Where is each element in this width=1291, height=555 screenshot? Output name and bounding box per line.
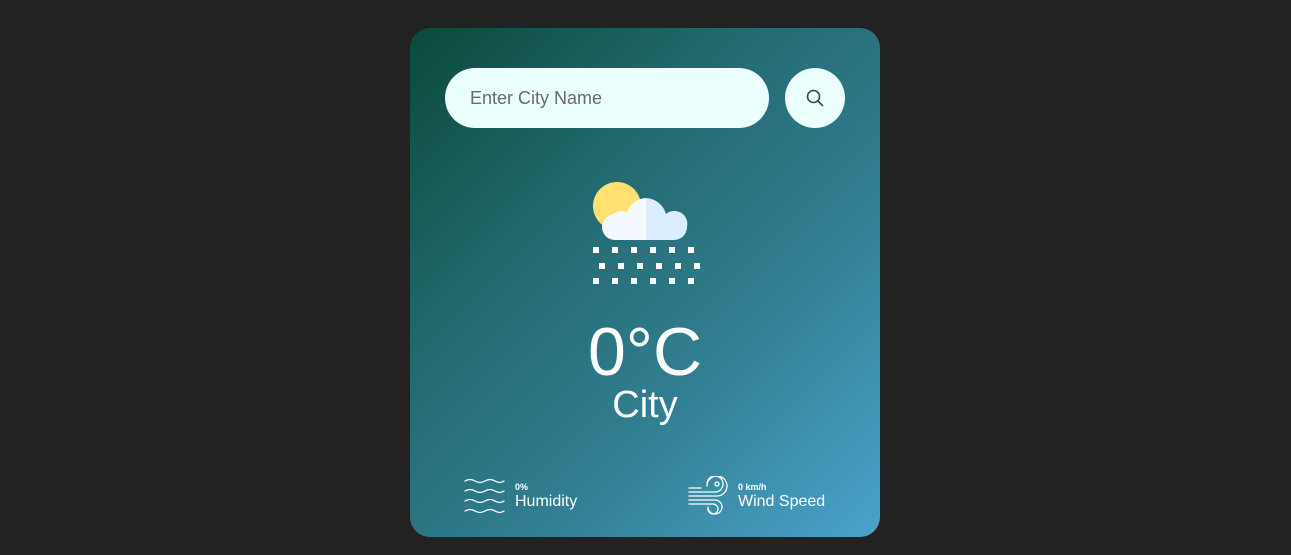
humidity-label: Humidity (515, 492, 578, 510)
wind-detail: 0 km/h Wind Speed (687, 476, 825, 516)
rain-cloud-sun-icon (591, 180, 701, 288)
city-name: City (612, 384, 678, 426)
wind-speed-value: 0 km/h (738, 481, 767, 492)
humidity-detail: 0% Humidity (464, 476, 577, 516)
humidity-waves-icon (464, 478, 505, 514)
weather-card: 0°C City 0% Humidity (410, 28, 880, 537)
wind-speed-label: Wind Speed (738, 492, 826, 510)
city-search-input[interactable] (445, 68, 769, 128)
search-button[interactable] (785, 68, 845, 128)
humidity-value: 0% (515, 481, 529, 492)
search-icon (806, 89, 824, 107)
temperature-value: 0°C (587, 314, 703, 390)
wind-icon (687, 476, 728, 516)
